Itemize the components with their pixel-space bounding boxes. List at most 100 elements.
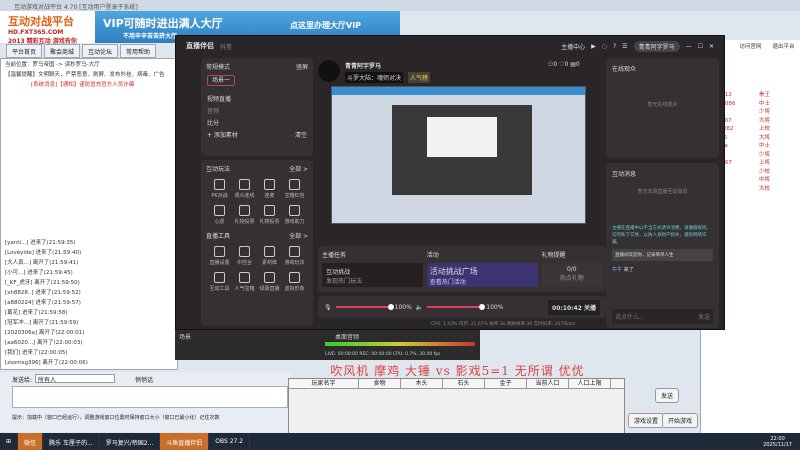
taskbar-item[interactable]: 微信 — [18, 433, 44, 450]
tools-all-link[interactable]: 全部 > — [289, 231, 308, 240]
add-source-button[interactable]: + 添加素材 — [207, 130, 238, 142]
tools-item[interactable]: 直播设置 — [207, 246, 232, 266]
tab-forum[interactable]: 互动论坛 — [82, 44, 119, 58]
maximize-button[interactable]: ☐ — [698, 43, 703, 50]
game-matchup-title: 吹风机 摩鸡 大锤 vs 影戏5=1 无所谓 优优 — [330, 364, 585, 378]
end-live-button[interactable]: 关播 — [584, 305, 596, 312]
messages-title: 互动消息 — [612, 171, 637, 178]
interact-item[interactable]: 宝箱红包 — [282, 179, 307, 199]
task-card[interactable]: 互动挑战 发现热门玩法 — [322, 263, 423, 287]
tool-icon — [289, 246, 300, 257]
tool-icon — [214, 205, 225, 216]
popularity-tag[interactable]: 人气榜 — [408, 72, 431, 83]
chat-line: [葛花] 进来了(21:59:58) — [5, 310, 68, 316]
chat-line: [大人真...] 离开了(21:59:41) — [5, 260, 79, 266]
obs-scene-label: 场景 — [179, 334, 192, 341]
scene-tab[interactable]: 场景一 — [207, 75, 236, 86]
taskbar-item[interactable]: 罗马复兴/帝国2... — [100, 433, 161, 450]
interact-item[interactable]: 观众连线 — [232, 179, 257, 199]
tools-item[interactable]: 素材库 — [257, 246, 282, 266]
tools-title: 直播工具 — [206, 233, 231, 240]
taskbar-item[interactable]: 斗鱼直播伴侣 — [160, 433, 210, 450]
source-item[interactable]: 音频 — [207, 106, 307, 118]
streamer-center-link[interactable]: 主播中心 — [561, 42, 585, 51]
taskbar-item[interactable]: 腾乐 车厘子的... — [43, 433, 100, 450]
mode-select[interactable]: 常规模式 — [206, 62, 230, 71]
close-button[interactable]: ✕ — [709, 43, 714, 50]
source-item[interactable]: 比分 — [207, 118, 307, 130]
category-tag[interactable]: 斗罗大陆：魂师对决 — [345, 72, 404, 83]
tools-item[interactable]: 虚拟形象 — [282, 272, 307, 292]
tools-item[interactable]: 游戏玩法 — [282, 246, 307, 266]
interact-all-link[interactable]: 全部 > — [289, 164, 308, 173]
clear-button[interactable]: 清空 — [295, 130, 307, 142]
lobby-chat-panel: 当前位置：罗马帝国 -> 读秒罗马-大厅 【温馨提醒】文明聊天，严禁恶意、刷屏、… — [0, 58, 178, 370]
user-rank: 少校 — [759, 168, 771, 175]
streamer-name: 青青阿字罗马 — [345, 63, 382, 70]
interact-item[interactable]: 礼物投票 — [257, 205, 282, 225]
orientation-toggle[interactable]: 竖屏 — [296, 62, 308, 71]
gift-card[interactable]: 0/0 热点礼物 — [541, 263, 602, 287]
tool-icon — [264, 179, 275, 190]
tools-item[interactable]: 互动工具 — [207, 272, 232, 292]
interact-item[interactable]: 礼物投票 — [232, 205, 257, 225]
interact-item[interactable]: PK对战 — [207, 179, 232, 199]
welcome-message: 直播间欢迎你，记录简单人生 — [612, 249, 713, 261]
tools-label: 中控台 — [236, 260, 252, 266]
microphone-icon[interactable]: 🎙 — [324, 304, 332, 311]
whisper-checkbox[interactable]: 悄悄话 — [135, 375, 153, 384]
chat-input[interactable]: 说点什么... — [615, 312, 645, 321]
platform-label: 抖音 — [220, 43, 233, 51]
taskbar-item[interactable]: OBS 27.2 — [209, 433, 251, 450]
vip-register-link[interactable]: 点这里办理大厅VIP — [290, 20, 361, 31]
stream-preview[interactable] — [331, 86, 586, 224]
tools-item[interactable]: 绿幕直播 — [257, 272, 282, 292]
send-button[interactable]: 发送 — [655, 388, 680, 403]
speaker-icon[interactable]: 🔈 — [416, 304, 423, 311]
help-icon[interactable]: ? — [613, 43, 616, 50]
game-settings-button[interactable]: 游戏设置 — [628, 413, 665, 428]
interact-label: 宝箱红包 — [284, 193, 305, 199]
column-header: 当前人口 — [527, 379, 569, 388]
tools-item[interactable]: 人气宝箱 — [232, 272, 257, 292]
official-site-button[interactable]: 访问官网 — [737, 42, 765, 70]
audio-meter — [325, 342, 475, 346]
tab-help[interactable]: 常用帮助 — [120, 44, 157, 58]
exit-button[interactable]: 退出平台 — [770, 42, 798, 70]
user-badge[interactable]: 青青阿字罗马 — [633, 40, 680, 52]
tab-mall[interactable]: 聚会商城 — [44, 44, 81, 58]
message-input[interactable] — [12, 386, 288, 408]
tool-icon — [264, 246, 275, 257]
message-icon[interactable]: ◌ — [602, 43, 607, 50]
menu-icon[interactable]: ☰ — [622, 43, 627, 50]
obs-status: LIVE: 00:00:00 REC: 00:00:00 CPU: 0.7%, … — [325, 352, 441, 357]
send-to-select[interactable]: 所有人 — [35, 374, 115, 384]
notice: 【温馨提醒】文明聊天，严禁恶意、刷屏、发布外挂、病毒、广告 — [5, 72, 165, 78]
user-rank: 中士 — [759, 143, 771, 149]
chat-line: [2020306a] 离开了(22:00:01) — [5, 330, 85, 336]
interact-label: 连麦 — [264, 193, 275, 199]
interact-item[interactable]: 连麦 — [257, 179, 282, 199]
user-rank: 上校 — [759, 126, 771, 132]
speaker-volume-slider[interactable] — [427, 304, 486, 310]
activity-banner[interactable]: 活动挑战广场 查看热门活动 — [426, 263, 538, 287]
tab-home[interactable]: 平台首页 — [6, 44, 43, 58]
tools-label: 人气宝箱 — [234, 286, 255, 292]
user-rank: 大将 — [759, 134, 771, 141]
obs-panel: 场景 桌面音频 LIVE: 00:00:00 REC: 00:00:00 CPU… — [175, 330, 480, 360]
mic-volume-slider[interactable] — [335, 304, 394, 310]
clock[interactable]: 22:00 2025/11/17 — [763, 436, 800, 448]
interact-item[interactable]: 游戏助力 — [282, 205, 307, 225]
tool-icon — [214, 272, 225, 283]
user-rank: 拳王 — [759, 92, 771, 98]
play-icon[interactable]: ▶ — [591, 43, 596, 50]
control-bar: 🎙 100% 🔈 100% 00:10:42 关播 — [318, 296, 606, 318]
tools-item[interactable]: 中控台 — [232, 246, 257, 266]
source-item[interactable]: 视频直播 — [207, 94, 307, 106]
start-button[interactable]: ⊞ — [0, 433, 19, 450]
chat-send-button[interactable]: 发送 — [698, 312, 710, 321]
user-rank: 上将 — [759, 160, 771, 166]
interact-item[interactable]: 心愿 — [207, 205, 232, 225]
start-game-button[interactable]: 开始游戏 — [662, 413, 699, 428]
minimize-button[interactable]: — — [686, 43, 692, 50]
